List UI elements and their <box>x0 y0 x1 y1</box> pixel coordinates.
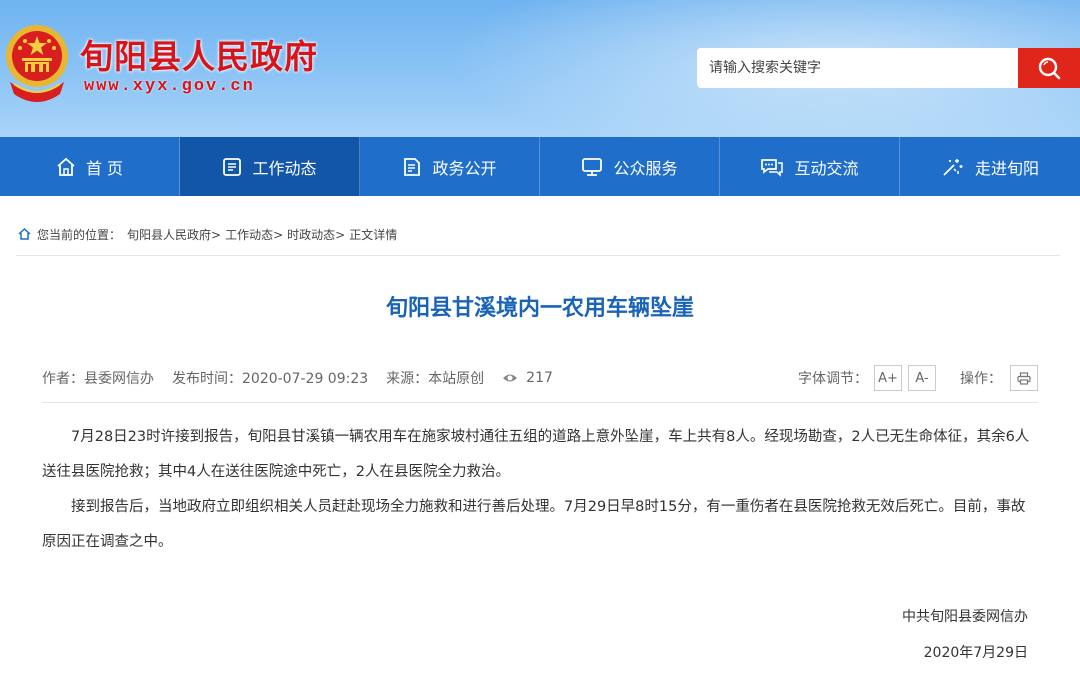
operate-label: 操作： <box>960 371 1002 387</box>
nav-item-about-xunyang[interactable]: 走进旬阳 <box>900 137 1080 196</box>
breadcrumb: 您当前的位置： 旬阳县人民政府> 工作动态> 时政动态> 正文详情 <box>16 226 1060 256</box>
site-url[interactable]: www.xyx.gov.cn <box>84 77 255 96</box>
search-icon <box>1038 57 1061 80</box>
chat-icon <box>761 158 784 177</box>
paragraph: 7月28日23时许接到报告，旬阳县甘溪镇一辆农用车在施家坡村通往五组的道路上意外… <box>42 429 1030 480</box>
font-adjust-label: 字体调节： <box>798 371 868 387</box>
site-title[interactable]: 旬阳县人民政府 <box>80 30 318 78</box>
view-count: 217 <box>502 370 553 386</box>
nav-item-work-news[interactable]: 工作动态 <box>180 137 360 196</box>
nav-label: 首 页 <box>85 158 124 178</box>
nav-label: 工作动态 <box>252 158 317 178</box>
nav-label: 公众服务 <box>613 158 678 178</box>
paragraph: 接到报告后，当地政府立即组织相关人员赶赴现场全力施救和进行善后处理。7月29日早… <box>42 499 1026 550</box>
divider <box>42 402 1038 403</box>
nav-label: 政务公开 <box>432 158 497 178</box>
nav-label: 互动交流 <box>794 158 859 178</box>
site-header: 旬阳县人民政府 www.xyx.gov.cn <box>0 0 1080 137</box>
document-icon <box>223 157 242 176</box>
breadcrumb-item-politics[interactable]: 时政动态> <box>287 226 345 243</box>
search-bar <box>697 48 1080 88</box>
search-input[interactable] <box>697 48 1018 88</box>
article-title: 旬阳县甘溪境内一农用车辆坠崖 <box>385 296 694 321</box>
nav-label: 走进旬阳 <box>974 158 1039 178</box>
breadcrumb-prefix: 您当前的位置： <box>37 228 122 242</box>
source: 来源：本站原创 <box>386 371 485 387</box>
article-tools: 字体调节： A+ A- 操作： <box>798 365 1038 391</box>
nav-item-interaction[interactable]: 互动交流 <box>720 137 900 196</box>
article-date: 2020年7月29日 <box>923 645 1028 661</box>
nav-item-home[interactable]: 首 页 <box>0 137 180 196</box>
article-signature: 中共旬阳县委网信办 <box>902 609 1028 625</box>
breadcrumb-item-gov[interactable]: 旬阳县人民政府> <box>127 226 221 243</box>
author: 作者：县委网信办 <box>42 371 154 387</box>
search-button[interactable] <box>1018 48 1080 88</box>
national-emblem-icon <box>6 25 68 102</box>
file-icon <box>404 157 421 176</box>
main-nav: 首 页 工作动态 政务公开 公众服务 互动交流 走进旬阳 <box>0 137 1080 196</box>
nav-item-gov-open[interactable]: 政务公开 <box>360 137 540 196</box>
article-body: 7月28日23时许接到报告，旬阳县甘溪镇一辆农用车在施家坡村通往五组的道路上意外… <box>42 420 1038 560</box>
breadcrumb-home-icon <box>18 228 31 240</box>
publish-time: 发布时间：2020-07-29 09:23 <box>172 371 369 387</box>
font-larger-button[interactable]: A+ <box>874 365 902 391</box>
print-button[interactable] <box>1010 365 1038 391</box>
nav-item-public-service[interactable]: 公众服务 <box>540 137 720 196</box>
home-icon <box>57 157 75 176</box>
breadcrumb-item-work-news[interactable]: 工作动态> <box>225 226 283 243</box>
breadcrumb-item-current: 正文详情 <box>349 228 398 242</box>
article-meta: 作者：县委网信办 发布时间：2020-07-29 09:23 来源：本站原创 2… <box>42 365 1038 391</box>
font-smaller-button[interactable]: A- <box>908 365 936 391</box>
monitor-icon <box>582 157 603 176</box>
view-count-value: 217 <box>526 370 553 386</box>
print-icon <box>1017 371 1031 385</box>
sparkle-icon <box>943 158 963 176</box>
eye-icon <box>503 374 518 382</box>
